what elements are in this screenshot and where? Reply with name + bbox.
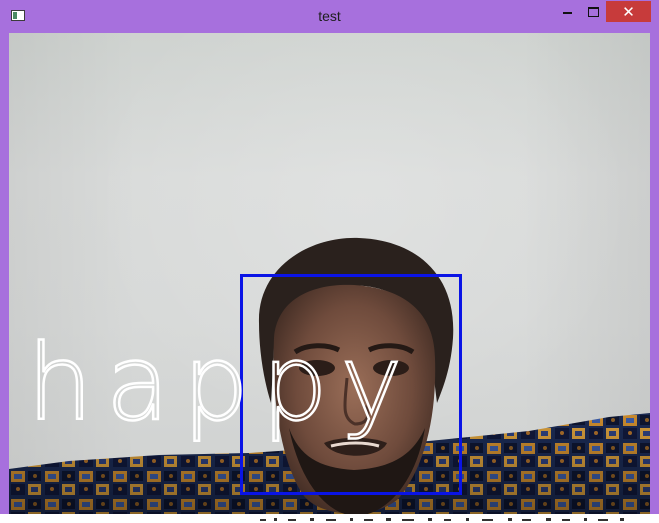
maximize-icon (587, 6, 599, 17)
emotion-label: happy (26, 322, 416, 444)
close-icon: ✕ (622, 2, 635, 21)
app-window: test ✕ happy (0, 0, 659, 523)
minimize-button[interactable] (557, 1, 577, 22)
clipped-caption-text (260, 518, 624, 521)
close-button[interactable]: ✕ (606, 1, 651, 22)
maximize-button[interactable] (583, 1, 603, 22)
minimize-icon (562, 12, 572, 14)
camera-frame: happy (9, 33, 650, 514)
title-bar[interactable]: test ✕ (0, 0, 659, 32)
